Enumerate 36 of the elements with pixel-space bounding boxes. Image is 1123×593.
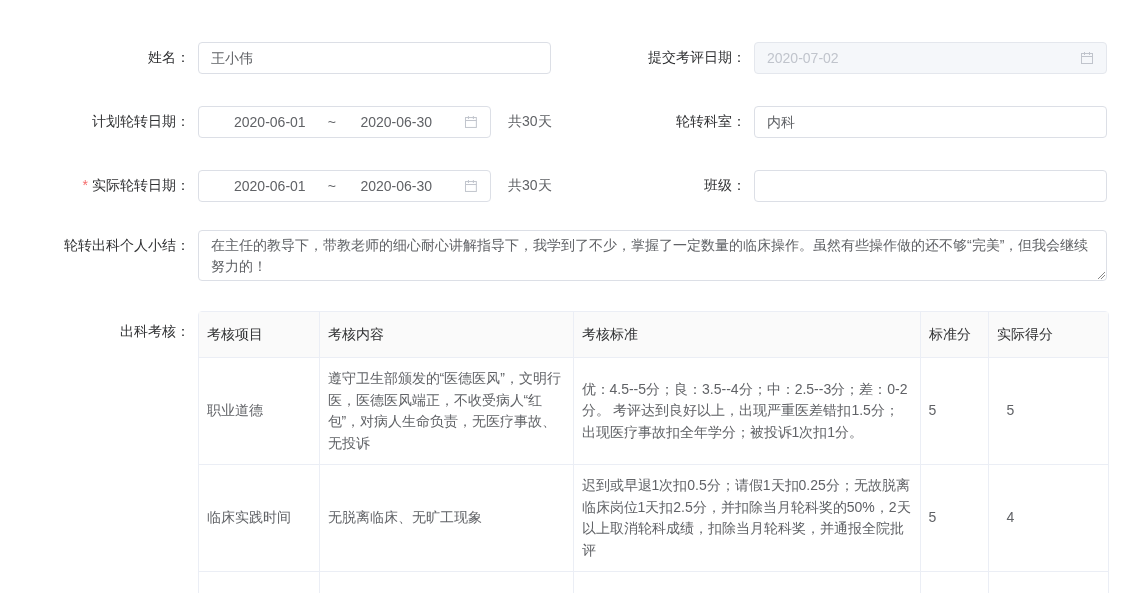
date-range-field[interactable]: 2020-06-01 ~ 2020-06-30 bbox=[198, 106, 491, 138]
department-field[interactable]: 内科 bbox=[754, 106, 1107, 138]
table-cell: 优：4.5--5分；良：3.5--4分；中：2.5--3分；差：0-2分。 考评达到良好以上，出现严重医差错扣1.5分；出现医疗事故扣全年学分；被投诉1次扣1分。 bbox=[573, 357, 920, 465]
column-header: 实际得分 bbox=[988, 312, 1108, 358]
calendar-icon bbox=[464, 115, 478, 129]
table-cell: 5 bbox=[920, 357, 988, 465]
calendar-icon bbox=[1080, 51, 1094, 65]
summary-field[interactable]: 在主任的教导下，带教老师的细心耐心讲解指导下，我学到了不少，掌握了一定数量的临床操作。虽然有些操作做的还不够“完美”，但我会继续努力的！ bbox=[198, 230, 1107, 281]
day-count: 共30天 bbox=[508, 113, 552, 131]
field-label: 轮转出科个人小结： bbox=[63, 236, 190, 255]
class-field[interactable] bbox=[754, 170, 1107, 202]
resize-grip-icon bbox=[1097, 271, 1105, 279]
column-header: 考核项目 bbox=[199, 312, 319, 358]
field-label: * 实际轮转日期： bbox=[82, 177, 190, 195]
field-label: 轮转科室： bbox=[676, 113, 746, 131]
field-label: 计划轮转日期： bbox=[92, 113, 190, 131]
table-cell: 5 bbox=[920, 464, 988, 572]
table-cell: 4 bbox=[988, 464, 1108, 572]
calendar-icon bbox=[464, 179, 478, 193]
table-cell: 无脱离临床、无旷工现象 bbox=[319, 464, 573, 572]
field-label: 姓名： bbox=[148, 49, 190, 67]
table-cell: 临床实践时间 bbox=[199, 464, 319, 572]
column-header: 考核标准 bbox=[573, 312, 920, 358]
table-cell: 迟到或早退1次扣0.5分；请假1天扣0.25分；无故脱离临床岗位1天扣2.5分，并扣除当月轮科奖的50%，2天以上取消轮科成绩，扣除当月轮科奖，并通报全院批评 bbox=[573, 464, 920, 572]
field-label: 提交考评日期： bbox=[648, 49, 746, 67]
field-label: 出科考核： bbox=[119, 322, 190, 341]
day-count: 共30天 bbox=[508, 177, 552, 195]
name-field[interactable]: 王小伟 bbox=[198, 42, 551, 74]
column-header: 考核内容 bbox=[319, 312, 573, 358]
table-cell: 5 bbox=[988, 357, 1108, 465]
table-cell: 职业道德 bbox=[199, 357, 319, 465]
date-range-field[interactable]: 2020-06-01 ~ 2020-06-30 bbox=[198, 170, 491, 202]
required-mark: * bbox=[82, 177, 88, 193]
table-cell: 遵守卫生部颁发的“医德医风”，文明行医，医德医风端正，不收受病人“红包”，对病人生命负责，无医疗事故、无投诉 bbox=[319, 357, 573, 465]
column-header: 标准分 bbox=[920, 312, 988, 358]
field-label: 班级： bbox=[704, 177, 746, 195]
